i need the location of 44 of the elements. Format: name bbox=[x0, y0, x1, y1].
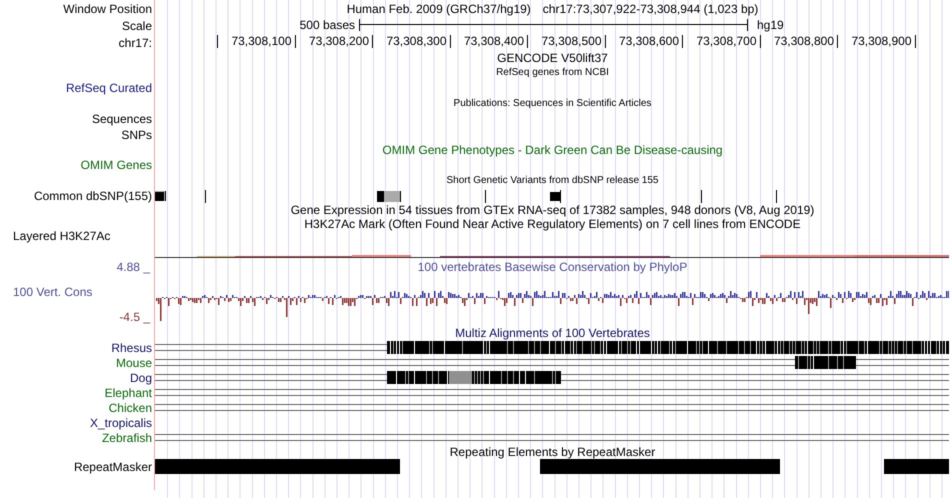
ruler-tick-label: 73,308,600 bbox=[618, 35, 683, 48]
track-title: H3K27Ac Mark (Often Found Near Active Regulatory Elements) on 7 cell lines from ENCODE bbox=[304, 217, 801, 231]
track-label[interactable]: Sequences bbox=[92, 112, 152, 126]
scale-text: 500 bases bbox=[300, 18, 355, 32]
track-label[interactable]: OMIM Genes bbox=[80, 158, 152, 172]
ruler-tick-label: 73,308,800 bbox=[774, 35, 838, 48]
ruler-tick-label: 73,308,100 bbox=[231, 35, 296, 48]
track-label[interactable]: Mouse bbox=[116, 356, 152, 370]
axis-min-label: -4.5 _ bbox=[119, 310, 150, 324]
track-title: Multiz Alignments of 100 Vertebrates bbox=[455, 326, 650, 340]
track-label[interactable]: Common dbSNP(155) bbox=[34, 188, 152, 202]
track-label[interactable]: Rhesus bbox=[111, 340, 152, 354]
track-title: Short Genetic Variants from dbSNP release 155 bbox=[446, 174, 658, 188]
track-label[interactable]: Layered H3K27Ac bbox=[13, 229, 110, 243]
track-title: GENCODE V50lift37 bbox=[497, 51, 608, 65]
track-label[interactable]: RefSeq Curated bbox=[66, 81, 152, 95]
track-title: RefSeq genes from NCBI bbox=[496, 66, 609, 80]
track-label[interactable]: Dog bbox=[130, 370, 152, 384]
ruler-tick bbox=[217, 35, 218, 48]
axis-max-label: 4.88 _ bbox=[116, 260, 150, 274]
track-label[interactable]: Elephant bbox=[104, 386, 152, 400]
track-label[interactable]: RepeatMasker bbox=[74, 460, 152, 474]
row-label: chr17: bbox=[118, 36, 152, 50]
position-text: chr17:73,307,922-73,308,944 (1,023 bp) bbox=[542, 2, 758, 16]
track-title: OMIM Gene Phenotypes - Dark Green Can Be Disease-causing bbox=[382, 143, 723, 157]
track-title: Gene Expression in 54 tissues from GTEx RNA-seq of 17382 samples, 948 donors (V8, Aug 2019) bbox=[290, 203, 814, 217]
track-label[interactable]: Chicken bbox=[108, 400, 152, 414]
track-title: 100 vertebrates Basewise Conservation by PhyloP bbox=[418, 260, 688, 274]
scale-db-label: hg19 bbox=[757, 18, 784, 32]
track-label[interactable]: X_tropicalis bbox=[90, 416, 152, 430]
ruler-tick-label: 73,308,700 bbox=[696, 35, 760, 48]
ruler-tick-label: 73,308,200 bbox=[308, 35, 373, 48]
track-label[interactable]: SNPs bbox=[121, 128, 152, 142]
assembly-text: Human Feb. 2009 (GRCh37/hg19) bbox=[346, 2, 531, 16]
track-label[interactable]: Zebrafish bbox=[102, 430, 152, 444]
row-label: Window Position bbox=[63, 2, 152, 16]
ruler-tick-label: 73,308,400 bbox=[464, 35, 528, 48]
ruler-tick-label: 73,308,500 bbox=[541, 35, 606, 48]
row-label: Scale bbox=[122, 18, 152, 32]
ruler-tick-label: 73,308,300 bbox=[386, 35, 450, 48]
track-title: Repeating Elements by RepeatMasker bbox=[450, 445, 656, 459]
track-title: Publications: Sequences in Scientific Articles bbox=[454, 96, 652, 110]
ruler-tick-label: 73,308,900 bbox=[851, 35, 916, 48]
track-label[interactable]: 100 Vert. Cons bbox=[13, 285, 92, 299]
